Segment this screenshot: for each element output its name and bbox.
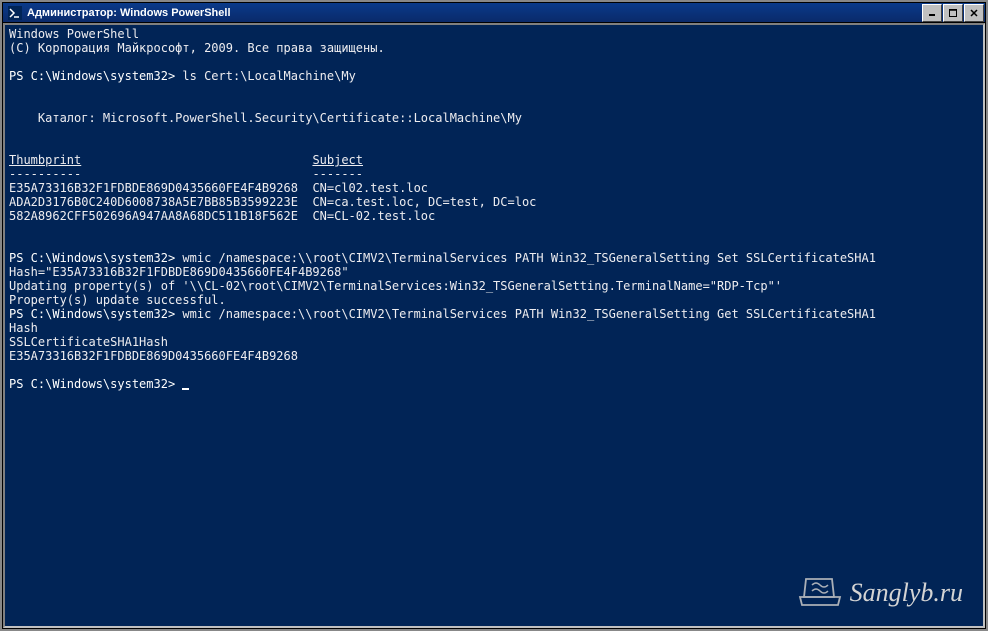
- cert-subject: CN=ca.test.loc, DC=test, DC=loc: [312, 195, 536, 209]
- command-wmic-get: wmic /namespace:\\root\CIMV2\TerminalSer…: [175, 307, 876, 321]
- titlebar[interactable]: Администратор: Windows PowerShell: [3, 3, 985, 23]
- cert-thumbprint: ADA2D3176B0C240D6008738A5E7BB85B3599223E: [9, 195, 298, 209]
- cert-subject: CN=CL-02.test.loc: [312, 209, 435, 223]
- minimize-button[interactable]: [922, 4, 942, 22]
- watermark: Sanglyb.ru: [798, 575, 963, 611]
- output-hash: E35A73316B32F1FDBDE869D0435660FE4F4B9268: [9, 349, 298, 363]
- cert-subject: CN=cl02.test.loc: [312, 181, 428, 195]
- window-buttons: [922, 3, 985, 22]
- output-header: SSLCertificateSHA1Hash: [9, 335, 168, 349]
- command-wmic-set-cont: Hash="E35A73316B32F1FDBDE869D0435660FE4F…: [9, 265, 349, 279]
- terminal-area[interactable]: Windows PowerShell (C) Корпорация Майкро…: [3, 23, 985, 628]
- prompt: PS C:\Windows\system32>: [9, 307, 175, 321]
- command-wmic-get-cont: Hash: [9, 321, 38, 335]
- powershell-window: Администратор: Windows PowerShell Window…: [2, 2, 986, 629]
- output-updating: Updating property(s) of '\\CL-02\root\CI…: [9, 279, 782, 293]
- ps-copyright: (C) Корпорация Майкрософт, 2009. Все пра…: [9, 41, 385, 55]
- maximize-button[interactable]: [943, 4, 963, 22]
- ps-header: Windows PowerShell: [9, 27, 139, 41]
- cert-thumbprint: 582A8962CFF502696A947AA8A68DC511B18F562E: [9, 209, 298, 223]
- watermark-text: Sanglyb.ru: [850, 586, 963, 600]
- prompt: PS C:\Windows\system32>: [9, 377, 182, 391]
- powershell-icon: [7, 5, 23, 21]
- output-success: Property(s) update successful.: [9, 293, 226, 307]
- catalog-line: Каталог: Microsoft.PowerShell.Security\C…: [9, 111, 522, 125]
- command-ls: ls Cert:\LocalMachine\My: [175, 69, 356, 83]
- column-thumbprint: Thumbprint: [9, 153, 81, 167]
- cursor: [182, 388, 189, 390]
- col-sep: -------: [312, 167, 363, 181]
- column-subject: Subject: [312, 153, 363, 167]
- close-button[interactable]: [964, 4, 984, 22]
- laptop-icon: [798, 575, 842, 611]
- prompt: PS C:\Windows\system32>: [9, 69, 175, 83]
- col-sep: ----------: [9, 167, 81, 181]
- command-wmic-set: wmic /namespace:\\root\CIMV2\TerminalSer…: [175, 251, 876, 265]
- window-title: Администратор: Windows PowerShell: [27, 7, 922, 19]
- prompt: PS C:\Windows\system32>: [9, 251, 175, 265]
- cert-thumbprint: E35A73316B32F1FDBDE869D0435660FE4F4B9268: [9, 181, 298, 195]
